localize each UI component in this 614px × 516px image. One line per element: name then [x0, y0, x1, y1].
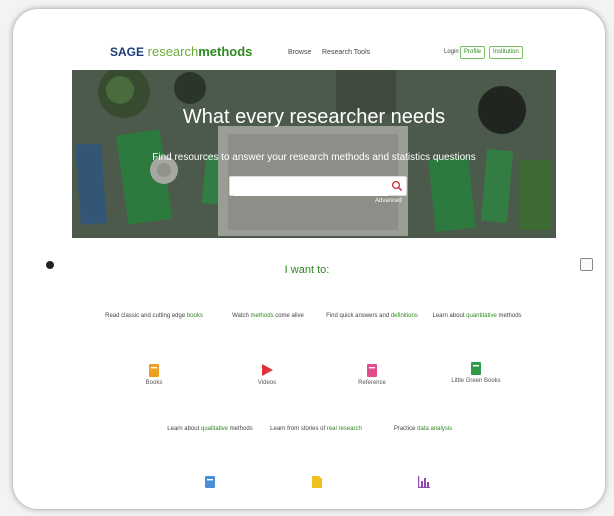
qualitative-link[interactable]: qualitative: [201, 426, 228, 432]
task-text-pre: Find quick answers and: [326, 313, 391, 319]
task-qualitative-text[interactable]: Learn about qualitative methods: [155, 425, 265, 434]
bar-chart-icon[interactable]: [418, 476, 430, 488]
advanced-search-link[interactable]: Advanced: [375, 198, 402, 204]
book-icon[interactable]: [149, 364, 159, 377]
little-green-books-label[interactable]: Little Green Books: [436, 378, 516, 384]
reference-label[interactable]: Reference: [332, 380, 412, 386]
task-real-research-text[interactable]: Learn from stories of real research: [261, 425, 371, 434]
sage-research-methods-logo[interactable]: SAGE researchmethods: [110, 44, 252, 59]
task-text-pre: Read classic and cutting edge: [105, 313, 187, 319]
login-label: Login: [444, 49, 459, 55]
site-header: SAGE researchmethods Browse Research Too…: [72, 40, 556, 66]
institution-button[interactable]: Institution: [489, 46, 523, 59]
i-want-to-heading: I want to:: [284, 264, 330, 276]
logo-methods-text: methods: [198, 44, 253, 59]
task-quantitative-text[interactable]: Learn about quantitative methods: [422, 312, 532, 321]
task-text-post: come alive: [273, 313, 304, 319]
task-books-text[interactable]: Read classic and cutting edge books: [99, 312, 209, 321]
play-icon[interactable]: [262, 364, 273, 376]
task-videos-text[interactable]: Watch methods come alive: [213, 312, 323, 321]
data-analysis-link[interactable]: data analysis: [417, 426, 452, 432]
methods-link[interactable]: methods: [251, 313, 274, 319]
quantitative-link[interactable]: quantitative: [466, 313, 497, 319]
search-bar: [229, 176, 407, 196]
logo-research-text: research: [147, 44, 199, 59]
task-text-pre: Learn from stories of: [270, 426, 327, 432]
hero-banner: What every researcher needs Find resourc…: [72, 70, 556, 238]
nav-research-tools-link[interactable]: Research Tools: [322, 49, 370, 56]
task-text-pre: Practice: [393, 426, 418, 432]
green-book-icon[interactable]: [471, 362, 481, 375]
task-text-pre: Learn about: [432, 313, 467, 319]
task-text-pre: Watch: [232, 313, 251, 319]
task-reference-text[interactable]: Find quick answers and definitions: [317, 312, 427, 321]
task-text-post: methods: [228, 426, 253, 432]
books-label[interactable]: Books: [114, 380, 194, 386]
search-input[interactable]: [234, 179, 388, 196]
task-data-analysis-text[interactable]: Practice data analysis: [368, 425, 478, 434]
task-text-post: methods: [496, 313, 522, 319]
real-research-link[interactable]: real research: [327, 426, 362, 432]
case-document-icon[interactable]: [312, 476, 322, 488]
reference-book-icon[interactable]: [367, 364, 377, 377]
books-link[interactable]: books: [187, 313, 203, 319]
qualitative-book-icon[interactable]: [205, 476, 215, 488]
hero-title: What every researcher needs: [182, 106, 446, 128]
logo-sage-text: SAGE: [110, 45, 145, 59]
hero-subtitle: Find resources to answer your research m…: [152, 152, 476, 163]
nav-browse-link[interactable]: Browse: [288, 49, 311, 56]
task-text-pre: Learn about: [167, 426, 201, 432]
search-icon[interactable]: [391, 180, 403, 192]
videos-label[interactable]: Videos: [227, 380, 307, 386]
definitions-link[interactable]: definitions: [391, 313, 418, 319]
profile-button[interactable]: Profile: [460, 46, 486, 59]
